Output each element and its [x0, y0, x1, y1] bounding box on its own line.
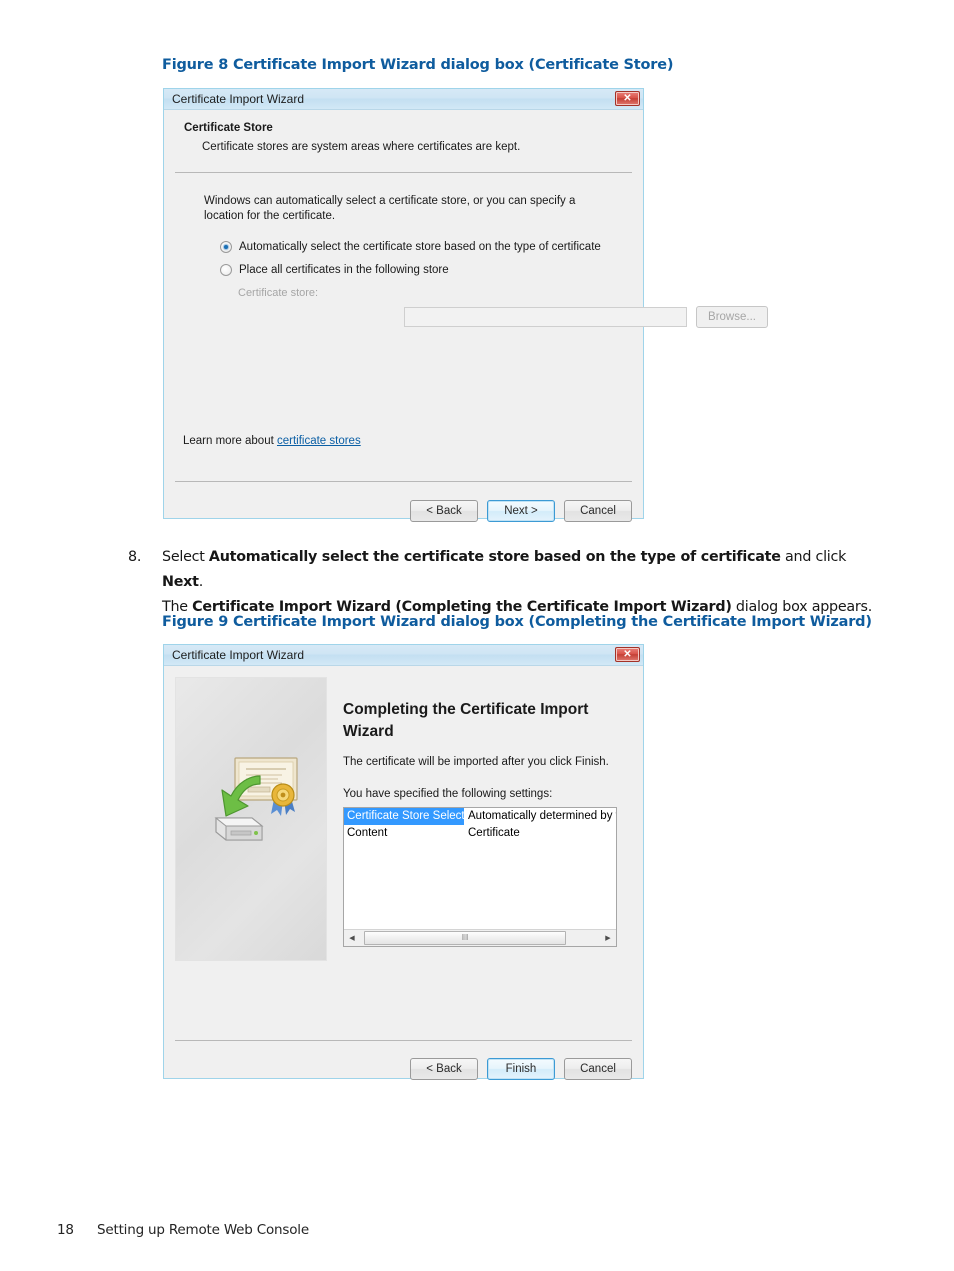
page-number: 18	[57, 1222, 74, 1238]
completing-heading: Completing the Certificate Import Wizard	[343, 701, 589, 740]
step-8-line1-post: .	[198, 574, 204, 590]
radio-place-in-store[interactable]: Place all certificates in the following …	[220, 264, 449, 276]
dialog-title: Certificate Import Wizard	[172, 648, 305, 662]
step-8: 8. Select Automatically select the certi…	[128, 545, 888, 620]
radio-place-in-store-indicator[interactable]	[220, 264, 232, 276]
footer-divider	[175, 481, 632, 482]
step-8-line1-bold: Automatically select the certificate sto…	[208, 549, 781, 565]
scroll-right-arrow-icon[interactable]: ▶	[600, 930, 616, 946]
step-8-line2-post: dialog box appears.	[731, 599, 873, 615]
dialog-title: Certificate Import Wizard	[172, 92, 305, 106]
step-8-line1-pre: Select	[162, 549, 209, 565]
page-footer: 18 Setting up Remote Web Console	[57, 1222, 309, 1238]
footer-section-title: Setting up Remote Web Console	[97, 1222, 309, 1238]
settings-listbox[interactable]: Certificate Store Selected Automatically…	[343, 807, 617, 947]
footer-divider	[175, 1040, 632, 1041]
radio-place-in-store-label: Place all certificates in the following …	[239, 264, 449, 276]
dialog-body: Certificate Store Certificate stores are…	[164, 110, 768, 522]
wizard-watermark-panel	[175, 677, 327, 961]
setting-key: Content	[347, 827, 388, 839]
step-8-number: 8.	[128, 549, 142, 565]
dialog-button-row: < Back Next > Cancel	[410, 500, 632, 522]
back-button[interactable]: < Back	[410, 1058, 478, 1080]
settings-intro: You have specified the following setting…	[343, 788, 553, 800]
close-icon[interactable]: ✕	[615, 647, 640, 662]
completing-wizard-dialog: Certificate Import Wizard ✕ Completing t…	[163, 644, 644, 1080]
learn-more-text: Learn more about certificate stores	[183, 435, 361, 447]
figure-8-caption: Figure 8 Certificate Import Wizard dialo…	[162, 57, 674, 73]
header-divider	[175, 172, 632, 173]
next-button[interactable]: Next >	[487, 500, 555, 522]
certificate-store-input-value	[405, 308, 686, 312]
page-subtitle: Certificate stores are system areas wher…	[202, 141, 521, 153]
learn-more-prefix: Learn more about	[183, 435, 277, 447]
intro-text: Windows can automatically select a certi…	[204, 195, 576, 222]
dialog-titlebar: Certificate Import Wizard ✕	[164, 645, 643, 666]
setting-key: Certificate Store Selected	[344, 808, 464, 825]
cancel-button[interactable]: Cancel	[564, 500, 632, 522]
scroll-left-arrow-icon[interactable]: ◀	[344, 930, 360, 946]
certificate-import-icon	[214, 757, 298, 841]
setting-value: Certificate	[468, 827, 520, 839]
back-button[interactable]: < Back	[410, 500, 478, 522]
step-8-line1-mid: and click	[780, 549, 847, 565]
setting-value: Automatically determined by t	[468, 810, 616, 822]
certificate-store-label: Certificate store:	[238, 287, 319, 299]
step-8-line2-bold: Certificate Import Wizard (Completing th…	[192, 599, 732, 615]
dialog-body: Completing the Certificate Import Wizard…	[164, 666, 643, 1080]
dialog-button-row: < Back Finish Cancel	[410, 1058, 632, 1080]
cancel-button[interactable]: Cancel	[564, 1058, 632, 1080]
close-icon[interactable]: ✕	[615, 91, 640, 106]
scrollbar-thumb[interactable]: ‖‖	[364, 931, 566, 945]
step-8-text: Select Automatically select the certific…	[162, 545, 888, 620]
radio-auto-select[interactable]: Automatically select the certificate sto…	[220, 241, 601, 253]
figure-9-caption: Figure 9 Certificate Import Wizard dialo…	[162, 614, 872, 630]
dialog-titlebar: Certificate Import Wizard ✕	[164, 89, 643, 110]
finish-button[interactable]: Finish	[487, 1058, 555, 1080]
browse-button[interactable]: Browse...	[696, 306, 768, 328]
finish-description: The certificate will be imported after y…	[343, 756, 609, 768]
certificate-stores-link[interactable]: certificate stores	[277, 435, 361, 447]
step-8-line1-bold2: Next	[162, 574, 199, 590]
radio-auto-select-label: Automatically select the certificate sto…	[239, 241, 601, 253]
page-title: Certificate Store	[184, 122, 273, 134]
wizard-page-header: Certificate Store Certificate stores are…	[164, 110, 643, 172]
certificate-store-dialog: Certificate Import Wizard ✕ Certificate …	[163, 88, 768, 522]
horizontal-scrollbar[interactable]: ◀ ‖‖ ▶	[344, 929, 616, 946]
scrollbar-grip-icon: ‖‖	[461, 933, 469, 942]
step-8-line2-pre: The	[162, 599, 193, 615]
list-item[interactable]: Content Certificate	[344, 825, 616, 842]
scrollbar-track[interactable]: ‖‖	[360, 930, 600, 946]
certificate-store-input[interactable]	[404, 307, 687, 327]
radio-auto-select-indicator[interactable]	[220, 241, 232, 253]
list-item[interactable]: Certificate Store Selected Automatically…	[344, 808, 616, 825]
